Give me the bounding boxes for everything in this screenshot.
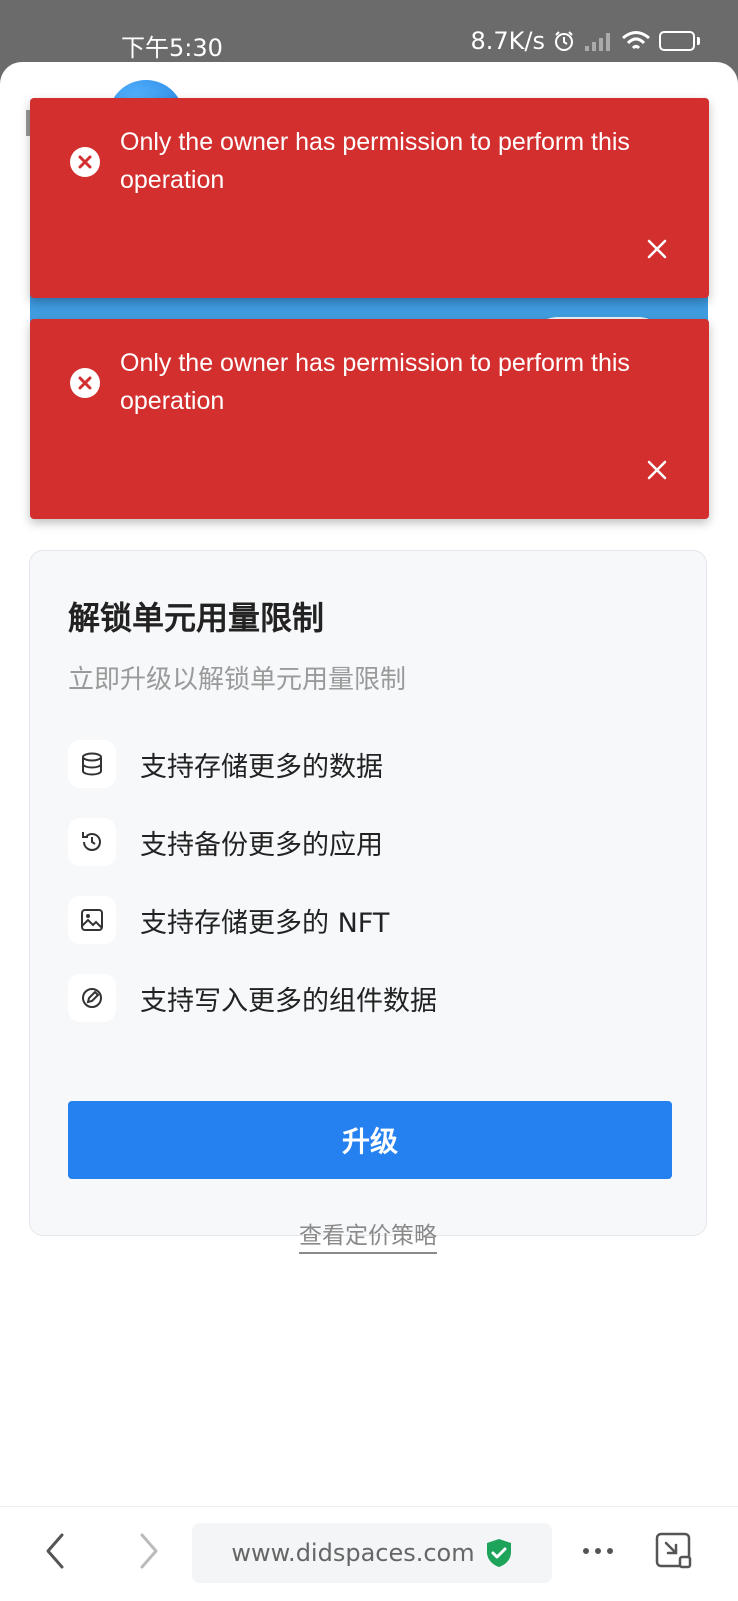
- feature-label: 支持写入更多的组件数据: [140, 985, 437, 1017]
- battery-icon: 63: [659, 31, 695, 51]
- status-bar: 下午5:30 8.7K/s 63: [0, 0, 738, 62]
- card-title: 解锁单元用量限制: [68, 599, 325, 637]
- signal-icon: [585, 33, 610, 51]
- wifi-icon: [622, 31, 650, 50]
- battery-tip: [697, 37, 700, 45]
- forward-icon[interactable]: [128, 1531, 168, 1571]
- upgrade-card: 解锁单元用量限制 立即升级以解锁单元用量限制 支持存储更多的数据 支持备份更多的…: [29, 550, 707, 1254]
- feature-label: 支持备份更多的应用: [140, 829, 383, 861]
- error-circle-icon: [70, 368, 100, 398]
- more-icon[interactable]: [578, 1531, 618, 1571]
- history-icon: [68, 818, 116, 866]
- pricing-link[interactable]: 查看定价策略: [30, 1216, 706, 1254]
- url-text[interactable]: www.didspaces.com: [231, 1539, 474, 1567]
- database-icon: [68, 740, 116, 788]
- network-speed: 8.7K/s: [470, 27, 546, 55]
- card-subtitle: 立即升级以解锁单元用量限制: [68, 665, 407, 695]
- error-toast: Only the owner has permission to perform…: [30, 319, 709, 519]
- battery-level: 63: [668, 34, 686, 48]
- close-icon[interactable]: [645, 237, 669, 261]
- feature-item: 支持写入更多的组件数据: [68, 973, 437, 1023]
- toast-message: Only the owner has permission to perform…: [120, 128, 630, 194]
- feature-item: 支持备份更多的应用: [68, 817, 383, 867]
- close-icon[interactable]: [645, 458, 669, 482]
- browser-bottom-bar: www.didspaces.com: [0, 1506, 738, 1601]
- status-indicators: 8.7K/s 63: [470, 27, 700, 55]
- back-icon[interactable]: [36, 1531, 76, 1571]
- feature-item: 支持存储更多的 NFT: [68, 895, 389, 945]
- error-circle-icon: [70, 147, 100, 177]
- feature-label: 支持存储更多的数据: [140, 751, 383, 783]
- error-toast: Only the owner has permission to perform…: [30, 98, 709, 298]
- secure-shield-icon: [486, 1539, 511, 1567]
- feature-item: 支持存储更多的数据: [68, 739, 383, 789]
- toast-message: Only the owner has permission to perform…: [120, 349, 630, 415]
- alarm-icon: [555, 31, 573, 51]
- feature-label: 支持存储更多的 NFT: [140, 907, 390, 939]
- image-icon: [68, 896, 116, 944]
- upgrade-button[interactable]: 升级: [68, 1101, 672, 1179]
- url-bar[interactable]: www.didspaces.com: [192, 1523, 552, 1583]
- status-time: 下午5:30: [121, 34, 223, 62]
- pricing-link-label[interactable]: 查看定价策略: [299, 1223, 437, 1254]
- minimize-window-icon[interactable]: [654, 1531, 694, 1571]
- edit-icon: [68, 974, 116, 1022]
